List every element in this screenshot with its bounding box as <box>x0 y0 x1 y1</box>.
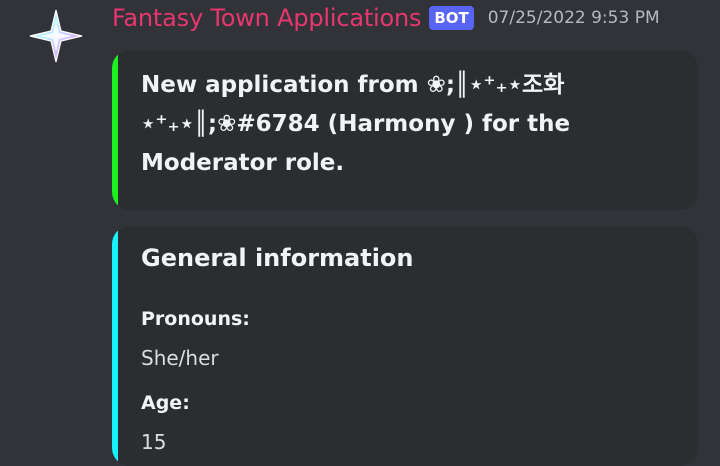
timestamp: 07/25/2022 9:53 PM <box>487 8 660 28</box>
bot-badge: BOT <box>429 6 474 30</box>
sparkle-star-icon <box>29 9 83 63</box>
field-value-pronouns: She/her <box>141 346 219 370</box>
field-name-age: Age: <box>141 392 190 414</box>
field-name-pronouns: Pronouns: <box>141 308 250 330</box>
embed-accent-bar <box>112 50 118 210</box>
embed-accent-bar <box>112 226 118 466</box>
general-info-embed: General information Pronouns: She/her Ag… <box>112 226 698 466</box>
username[interactable]: Fantasy Town Applications <box>112 4 422 32</box>
message-header: Fantasy Town Applications BOT 07/25/2022… <box>112 2 660 34</box>
bot-avatar[interactable] <box>28 8 84 64</box>
embed-title: General information <box>141 244 414 272</box>
embed-title: New application from ❀;║⋆⁺₊⋆조화 ⋆⁺₊⋆║;❀#6… <box>141 72 571 176</box>
application-embed: New application from ❀;║⋆⁺₊⋆조화 ⋆⁺₊⋆║;❀#6… <box>112 50 698 210</box>
chat-message: Fantasy Town Applications BOT 07/25/2022… <box>0 0 720 466</box>
field-value-age: 15 <box>141 430 167 454</box>
